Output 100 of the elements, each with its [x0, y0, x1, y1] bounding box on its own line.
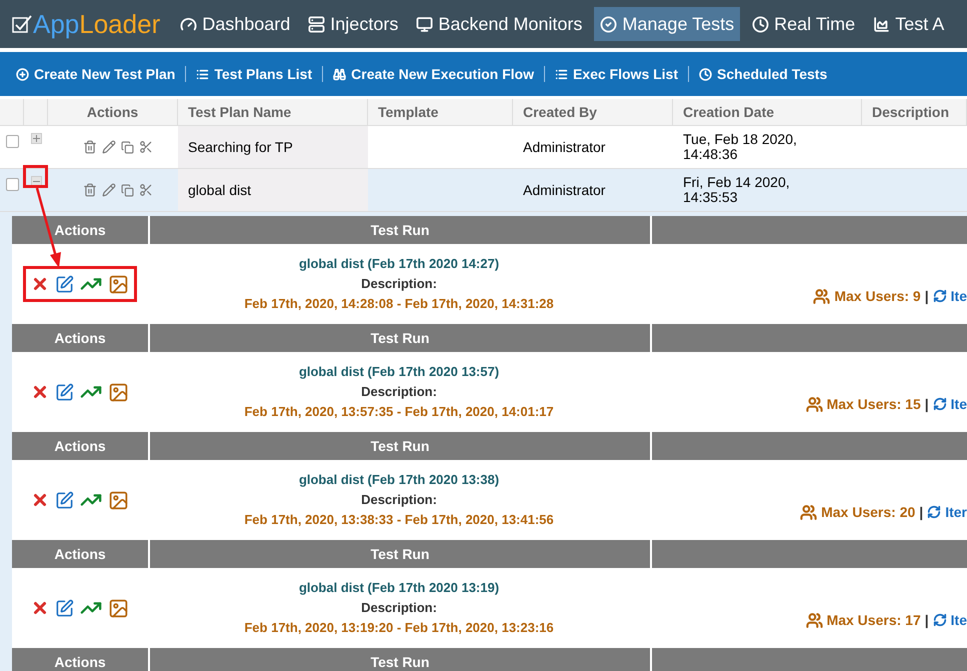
- edit-icon[interactable]: [55, 598, 74, 618]
- pencil-icon[interactable]: [102, 183, 116, 197]
- server-icon: [308, 16, 326, 32]
- nav-tab[interactable]: Real Time: [746, 7, 862, 41]
- column-header: Actions: [12, 324, 148, 352]
- checkbox-logo-icon: [12, 14, 32, 34]
- column-header: Test Run: [150, 648, 650, 671]
- test-run-title[interactable]: global dist (Feb 17th 2020 13:57): [298, 362, 500, 382]
- column-header[interactable]: Created By: [523, 102, 597, 122]
- delete-icon[interactable]: [31, 491, 49, 509]
- test-run-title[interactable]: global dist (Feb 17th 2020 13:38): [298, 470, 500, 490]
- edit-icon[interactable]: [55, 490, 74, 510]
- iterations-text: Ite: [950, 610, 967, 630]
- sub-nav-link[interactable]: Create New Test Plan: [16, 64, 176, 84]
- row-checkbox[interactable]: [6, 135, 18, 148]
- sub-nav-link[interactable]: Test Plans List: [196, 64, 312, 84]
- description-label: Description:: [361, 383, 437, 401]
- pencil-icon[interactable]: [102, 140, 116, 154]
- column-header[interactable]: Actions: [86, 102, 138, 122]
- sub-nav-link[interactable]: Scheduled Tests: [699, 64, 828, 84]
- column-header: Actions: [12, 540, 148, 568]
- column-header: Actions: [12, 648, 148, 671]
- description-label: Description:: [361, 599, 437, 617]
- nav-tab[interactable]: Injectors: [302, 7, 404, 41]
- max-users-text: Max Users: 15: [826, 394, 921, 414]
- sub-nav-link[interactable]: Exec Flows List: [554, 64, 678, 84]
- column-header: Test Run: [150, 324, 650, 352]
- gauge-icon: [180, 16, 198, 32]
- check-circle-icon: [600, 16, 618, 32]
- list-icon: [554, 68, 568, 80]
- nav-tab[interactable]: Test A: [867, 7, 950, 41]
- column-header[interactable]: Template: [378, 102, 438, 122]
- trash-icon[interactable]: [83, 140, 97, 154]
- clock-icon: [699, 68, 712, 80]
- clock-icon: [752, 16, 770, 32]
- separator-text: |: [924, 610, 929, 630]
- image-icon[interactable]: [108, 598, 129, 618]
- max-users-text: Max Users: 20: [821, 502, 916, 522]
- column-header: Test Run: [150, 216, 650, 244]
- sub-nav-link[interactable]: Create New Execution Flow: [333, 64, 534, 84]
- list-icon: [196, 68, 210, 80]
- test-run-period: Feb 17th, 2020, 13:38:33 - Feb 17th, 2020, 13:41:56: [244, 511, 554, 529]
- description-label: Description:: [361, 491, 437, 509]
- users-icon: [813, 288, 830, 304]
- test-run-period: Feb 17th, 2020, 14:28:08 - Feb 17th, 2020, 14:31:28: [244, 295, 554, 313]
- max-users-text: Max Users: 17: [826, 610, 921, 630]
- table-cell: Searching for TP: [178, 126, 368, 168]
- nav-tab[interactable]: Backend Monitors: [410, 7, 588, 41]
- copy-icon[interactable]: [121, 140, 134, 154]
- max-users-text: Max Users: 9: [834, 286, 921, 306]
- plus-circle-icon: [16, 68, 29, 80]
- trash-icon[interactable]: [83, 183, 97, 197]
- delete-icon[interactable]: [31, 383, 49, 401]
- iterations-text: Iter: [945, 502, 967, 522]
- table-cell: global dist: [178, 169, 368, 211]
- separator-text: |: [919, 502, 924, 522]
- refresh-icon: [927, 505, 942, 519]
- nav-tab[interactable]: Dashboard: [174, 7, 296, 41]
- test-run-period: Feb 17th, 2020, 13:19:20 - Feb 17th, 2020, 13:23:16: [244, 619, 554, 637]
- delete-icon[interactable]: [31, 599, 49, 617]
- annotation-box: [23, 165, 48, 188]
- area-chart-icon: [873, 16, 890, 32]
- column-header[interactable]: Creation Date: [683, 102, 774, 122]
- table-cell-text: Administrator: [522, 138, 606, 156]
- app-logo[interactable]: AppLoader: [12, 4, 160, 44]
- row-checkbox[interactable]: [6, 178, 18, 191]
- iterations-text: Ite: [950, 394, 967, 414]
- column-header[interactable]: Test Plan Name: [188, 102, 292, 122]
- refresh-icon: [932, 613, 947, 627]
- users-icon: [800, 504, 818, 520]
- column-header: Test Run: [150, 432, 650, 460]
- binoculars-icon: [333, 68, 346, 80]
- table-cell-text: Fri, Feb 14 2020, 14:35:53: [682, 173, 791, 207]
- description-label: Description:: [361, 275, 437, 293]
- users-icon: [806, 612, 823, 628]
- plus-icon: [32, 135, 40, 142]
- copy-icon[interactable]: [121, 184, 134, 196]
- scissors-icon[interactable]: [139, 140, 153, 154]
- users-icon: [806, 396, 823, 412]
- refresh-icon: [932, 397, 947, 411]
- scissors-icon[interactable]: [139, 183, 153, 197]
- image-icon[interactable]: [108, 490, 129, 510]
- table-cell-text: Tue, Feb 18 2020, 14:48:36: [682, 130, 798, 164]
- image-icon[interactable]: [108, 274, 129, 294]
- test-run-title[interactable]: global dist (Feb 17th 2020 13:19): [298, 578, 500, 598]
- column-header[interactable]: Description: [872, 102, 950, 122]
- edit-icon[interactable]: [55, 274, 74, 294]
- edit-icon[interactable]: [55, 382, 74, 402]
- nav-tab[interactable]: Manage Tests: [594, 7, 740, 41]
- column-header: Test Run: [150, 540, 650, 568]
- expand-button[interactable]: [30, 133, 42, 144]
- refresh-icon: [932, 289, 947, 303]
- test-run-period: Feb 17th, 2020, 13:57:35 - Feb 17th, 2020, 14:01:17: [244, 403, 554, 421]
- image-icon[interactable]: [108, 382, 129, 402]
- delete-icon[interactable]: [31, 275, 49, 293]
- monitor-icon: [416, 16, 434, 32]
- separator-text: |: [924, 286, 929, 306]
- iterations-text: Ite: [950, 286, 967, 306]
- test-run-title[interactable]: global dist (Feb 17th 2020 14:27): [298, 254, 500, 274]
- separator-text: |: [924, 394, 929, 414]
